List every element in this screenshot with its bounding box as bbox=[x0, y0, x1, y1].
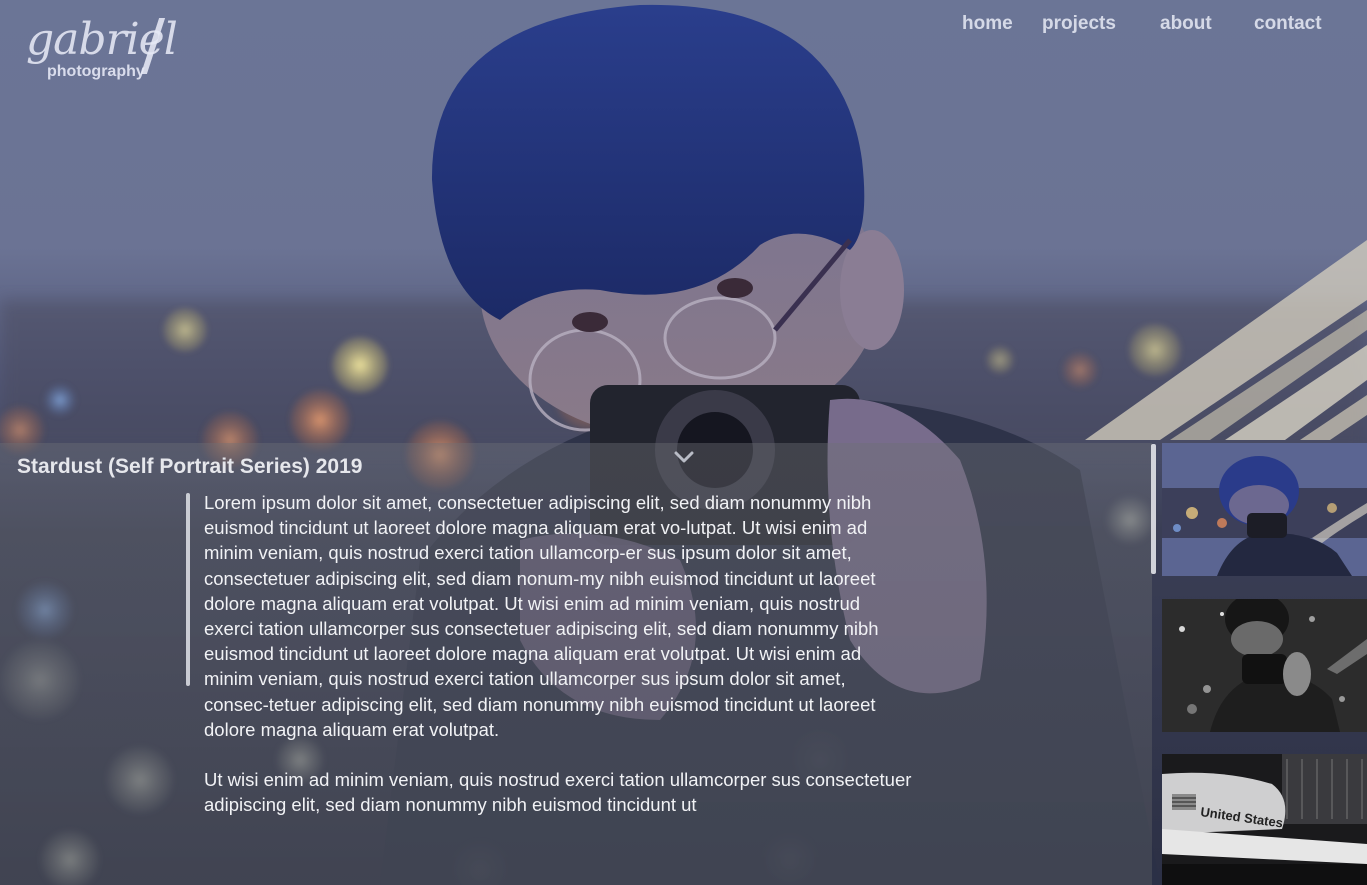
nav-about[interactable]: about bbox=[1160, 13, 1212, 35]
nav-projects[interactable]: projects bbox=[1042, 13, 1116, 35]
description-paragraph-1: Lorem ipsum dolor sit amet, consectetuer… bbox=[204, 492, 879, 740]
main-nav: home projects about contact bbox=[0, 13, 1367, 37]
nav-contact[interactable]: contact bbox=[1254, 13, 1322, 35]
thumbnail-image: United States bbox=[1162, 754, 1367, 885]
thumbnail-image bbox=[1162, 443, 1367, 576]
thumbnail-self-portrait-color[interactable] bbox=[1162, 443, 1367, 576]
thumbnail-self-portrait-bw[interactable] bbox=[1162, 599, 1367, 732]
project-description: Lorem ipsum dolor sit amet, consectetuer… bbox=[204, 490, 914, 817]
thumbnail-space-shuttle[interactable]: United States bbox=[1162, 754, 1367, 885]
description-scrollbar[interactable] bbox=[186, 493, 190, 686]
project-title: Stardust (Self Portrait Series) 2019 bbox=[17, 455, 363, 478]
thumbnail-image bbox=[1162, 599, 1367, 732]
logo-subtitle: photography bbox=[47, 63, 145, 80]
nav-home[interactable]: home bbox=[962, 13, 1013, 35]
thumbnail-scrollbar[interactable] bbox=[1151, 444, 1156, 574]
description-paragraph-2: Ut wisi enim ad minim veniam, quis nostr… bbox=[204, 769, 912, 816]
chevron-down-icon[interactable] bbox=[674, 450, 694, 464]
